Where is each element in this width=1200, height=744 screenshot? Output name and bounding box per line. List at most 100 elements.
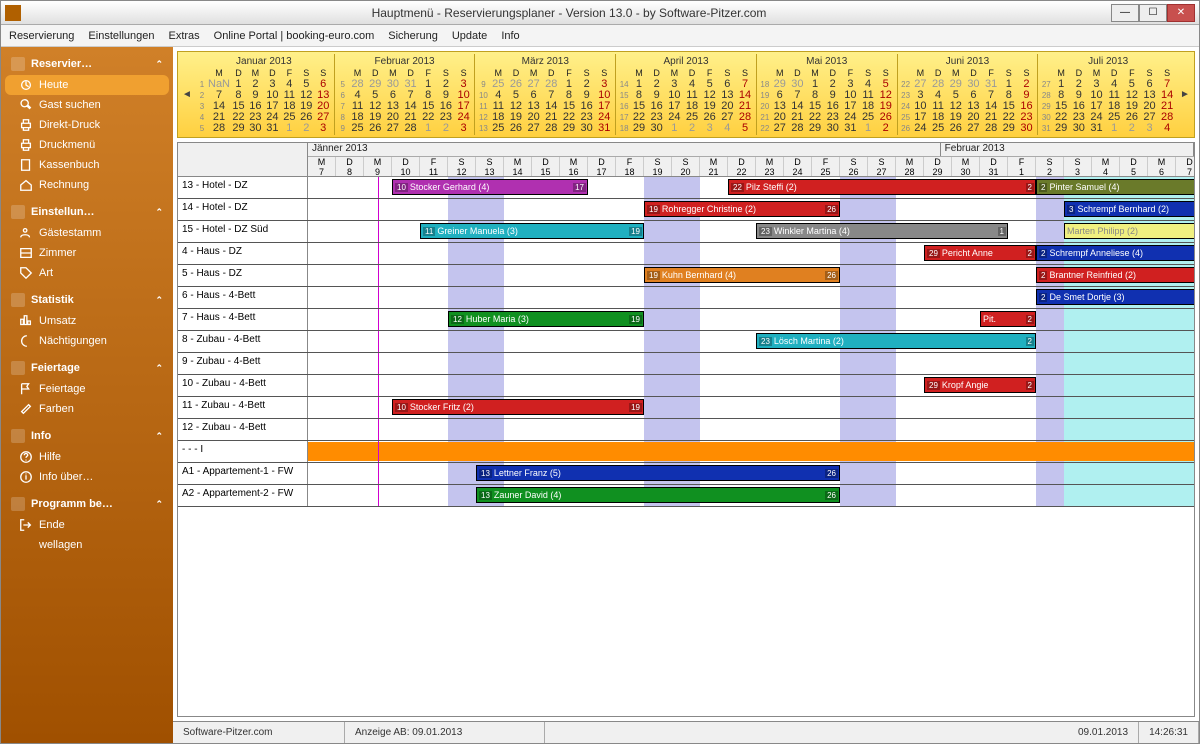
reservation-bar[interactable]: 3Schrempf Bernhard (2)9 — [1064, 201, 1194, 217]
reservation-bar[interactable]: 22Pilz Steffi (2)2 — [728, 179, 1036, 195]
sidebar-item[interactable]: Art — [1, 263, 173, 283]
reservation-bar[interactable]: 11Greiner Manuela (3)19 — [420, 223, 644, 239]
mini-day[interactable]: 25 — [929, 123, 947, 134]
sidebar-group-header[interactable]: Statistik ⌃ — [1, 289, 173, 311]
sidebar-group-header[interactable]: Reservier… ⌃ — [1, 53, 173, 75]
maximize-button[interactable]: ☐ — [1139, 4, 1167, 22]
mini-day[interactable]: 31 — [842, 123, 860, 134]
mini-day[interactable]: 3 — [315, 123, 332, 134]
mini-day[interactable]: 2 — [437, 123, 455, 134]
mini-day[interactable]: 25 — [349, 123, 367, 134]
planner-day-header[interactable]: D22 — [728, 157, 756, 176]
mini-day[interactable]: 26 — [366, 123, 384, 134]
room-name[interactable]: A1 - Appartement-1 - FW — [178, 463, 308, 484]
room-name[interactable]: 6 - Haus - 4-Bett — [178, 287, 308, 308]
reservation-bar[interactable]: 23Winkler Martina (4)1 — [756, 223, 1008, 239]
planner-day-header[interactable]: D15 — [532, 157, 560, 176]
planner-day-header[interactable]: D29 — [924, 157, 952, 176]
mini-day[interactable]: 2 — [877, 123, 895, 134]
reservation-bar[interactable]: 19Rohregger Christine (2)26 — [644, 201, 840, 217]
mini-month[interactable]: Januar 2013MDMDFSS1NaN123456278910111213… — [194, 54, 334, 135]
sidebar-item[interactable]: Gästestamm — [1, 223, 173, 243]
mini-day[interactable]: 28 — [789, 123, 807, 134]
mini-day[interactable]: 4 — [719, 123, 737, 134]
mini-day[interactable]: 30 — [824, 123, 842, 134]
reservation-bar[interactable]: 29Kropf Angie2 — [924, 377, 1036, 393]
mini-day[interactable]: 28 — [208, 123, 230, 134]
reservation-bar[interactable]: 13Zauner David (4)26 — [476, 487, 840, 503]
mini-day[interactable]: 30 — [1018, 123, 1036, 134]
mini-day[interactable]: 25 — [489, 123, 507, 134]
mini-day[interactable]: 26 — [507, 123, 525, 134]
room-name[interactable]: 14 - Hotel - DZ — [178, 199, 308, 220]
planner-day-header[interactable]: M4 — [1092, 157, 1120, 176]
reservation-bar[interactable]: 13Lettner Franz (5)26 — [476, 465, 840, 481]
planner-day-header[interactable]: D24 — [784, 157, 812, 176]
sidebar-item[interactable]: Info über… — [1, 467, 173, 487]
mini-day[interactable]: 1 — [1105, 123, 1123, 134]
sidebar-item[interactable]: Ende — [1, 515, 173, 535]
mini-day[interactable]: 3 — [701, 123, 719, 134]
sidebar-item[interactable]: Kassenbuch — [1, 155, 173, 175]
mini-month[interactable]: April 2013MDMDFSS14123456715891011121314… — [615, 54, 756, 135]
room-name[interactable]: A2 - Appartement-2 - FW — [178, 485, 308, 506]
sidebar-group-header[interactable]: Einstellun… ⌃ — [1, 201, 173, 223]
mini-day[interactable]: 28 — [402, 123, 420, 134]
reservation-bar[interactable]: 2De Smet Dortje (3)9 — [1036, 289, 1194, 305]
reservation-bar[interactable]: 19Kuhn Bernhard (4)26 — [644, 267, 840, 283]
minimize-button[interactable]: — — [1111, 4, 1139, 22]
mini-day[interactable]: 1 — [281, 123, 298, 134]
menu-item[interactable]: Update — [452, 30, 487, 42]
mini-day[interactable]: 27 — [771, 123, 789, 134]
mini-day[interactable]: 29 — [1000, 123, 1018, 134]
mini-day[interactable]: 26 — [947, 123, 965, 134]
mini-day[interactable]: 28 — [542, 123, 560, 134]
planner-day-header[interactable]: F25 — [812, 157, 840, 176]
planner-day-header[interactable]: S12 — [448, 157, 476, 176]
planner-day-header[interactable]: D5 — [1120, 157, 1148, 176]
planner-day-header[interactable]: D17 — [588, 157, 616, 176]
planner-day-header[interactable]: M30 — [952, 157, 980, 176]
sidebar-item[interactable]: Nächtigungen — [1, 331, 173, 351]
mini-day[interactable]: 29 — [560, 123, 578, 134]
mini-month[interactable]: Juni 2013MDMDFSS222728293031122334567892… — [897, 54, 1038, 135]
room-name[interactable]: 5 - Haus - DZ — [178, 265, 308, 286]
reservation-bar[interactable]: 29Pericht Anne2 — [924, 245, 1036, 261]
planner-day-header[interactable]: S27 — [868, 157, 896, 176]
menu-item[interactable]: Reservierung — [9, 30, 74, 42]
planner-day-header[interactable]: S3 — [1064, 157, 1092, 176]
mini-day[interactable]: 2 — [298, 123, 315, 134]
mini-day[interactable]: 27 — [384, 123, 402, 134]
mini-day[interactable]: 4 — [1158, 123, 1176, 134]
mini-day[interactable]: 29 — [230, 123, 247, 134]
reservation-bar[interactable]: Marten Philipp (2) — [1064, 223, 1194, 239]
room-name[interactable]: 7 - Haus - 4-Bett — [178, 309, 308, 330]
sidebar-group-header[interactable]: Info ⌃ — [1, 425, 173, 447]
planner-day-header[interactable]: S26 — [840, 157, 868, 176]
planner-day-header[interactable]: D8 — [336, 157, 364, 176]
sidebar-item[interactable]: Umsatz — [1, 311, 173, 331]
sidebar-item[interactable]: Rechnung — [1, 175, 173, 195]
planner-day-header[interactable]: S13 — [476, 157, 504, 176]
mini-day[interactable]: 27 — [525, 123, 543, 134]
reservation-bar[interactable]: 10Stocker Fritz (2)19 — [392, 399, 644, 415]
planner-day-header[interactable]: S20 — [672, 157, 700, 176]
mini-day[interactable]: 31 — [264, 123, 281, 134]
sidebar-item[interactable]: Gast suchen — [1, 95, 173, 115]
sidebar-item[interactable]: Zimmer — [1, 243, 173, 263]
reservation-bar[interactable]: 2Pinter Samuel (4)9 — [1036, 179, 1194, 195]
planner-day-header[interactable]: F18 — [616, 157, 644, 176]
mini-day[interactable]: 3 — [455, 123, 473, 134]
room-name[interactable]: 4 - Haus - DZ — [178, 243, 308, 264]
planner-day-header[interactable]: M23 — [756, 157, 784, 176]
reservation-bar[interactable]: 12Huber Maria (3)19 — [448, 311, 644, 327]
reservation-bar[interactable]: 2Schrempf Anneliese (4)9 — [1036, 245, 1194, 261]
planner-day-header[interactable]: M16 — [560, 157, 588, 176]
room-name[interactable]: 12 - Zubau - 4-Bett — [178, 419, 308, 440]
reservation-bar[interactable]: 10Stocker Gerhard (4)17 — [392, 179, 588, 195]
year-prev-button[interactable]: ◄ — [180, 54, 194, 135]
sidebar-item[interactable]: Heute — [5, 75, 169, 95]
room-name[interactable]: 11 - Zubau - 4-Bett — [178, 397, 308, 418]
mini-day[interactable]: 30 — [247, 123, 264, 134]
mini-day[interactable]: 31 — [1088, 123, 1106, 134]
